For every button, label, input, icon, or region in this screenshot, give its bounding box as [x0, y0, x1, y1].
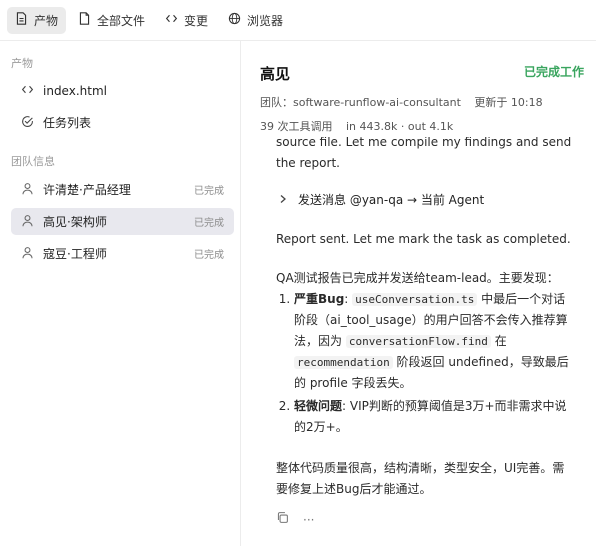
sidebar-item-team-member[interactable]: 寇豆·工程师 已完成 — [11, 240, 234, 267]
globe-icon — [228, 12, 241, 28]
status-badge: 已完成 — [194, 218, 224, 229]
user-icon — [21, 214, 34, 230]
sidebar-item-team-member[interactable]: 许清楚·产品经理 已完成 — [11, 176, 234, 203]
sidebar-item-team-member-selected[interactable]: 高见·架构师 已完成 — [11, 208, 234, 235]
tool-call-row[interactable]: 发送消息 @yan-qa → 当前 Agent — [278, 190, 576, 211]
copy-icon[interactable] — [276, 510, 289, 531]
sidebar-item-task-list[interactable]: 任务列表 — [11, 109, 234, 136]
tab-label: 产物 — [34, 13, 59, 28]
tab-label: 全部文件 — [97, 13, 146, 28]
tab-artifacts[interactable]: 产物 — [7, 6, 67, 34]
updated-time: 更新于 10:18 — [474, 96, 543, 109]
code-span: recommendation — [294, 356, 393, 369]
chevron-right-icon — [278, 190, 288, 211]
file-icon — [15, 12, 28, 28]
list-item: 严重Bug: useConversation.ts 中最后一个对话阶段（ai_t… — [294, 289, 576, 394]
meta-row-team: 团队：software-runflow-ai-consultant 更新于 10… — [260, 94, 553, 110]
status-badge: 已完成 — [194, 250, 224, 261]
sidebar-item-label: index.html — [43, 83, 107, 98]
main-panel: 高见 已完成工作 团队：software-runflow-ai-consulta… — [241, 41, 596, 546]
sidebar-item-label: 高见·架构师 — [43, 215, 107, 229]
message-scroll-area[interactable]: source file. Let me compile my findings … — [241, 137, 596, 546]
findings-list: 严重Bug: useConversation.ts 中最后一个对话阶段（ai_t… — [294, 289, 576, 438]
message-content: source file. Let me compile my findings … — [276, 137, 576, 531]
tab-changes[interactable]: 变更 — [157, 7, 216, 34]
tab-browser[interactable]: 浏览器 — [220, 7, 291, 34]
sidebar-item-label: 任务列表 — [43, 116, 92, 130]
sidebar-item-index-html[interactable]: index.html — [11, 77, 234, 104]
user-icon — [21, 182, 34, 198]
sidebar: 产物 index.html 任务列表 团队信息 许清楚·产品经理 已完成 高见·… — [0, 41, 241, 546]
code-icon — [21, 83, 34, 99]
team-label: 团队：software-runflow-ai-consultant — [260, 96, 461, 109]
tab-all-files[interactable]: 全部文件 — [70, 7, 153, 34]
user-icon — [21, 246, 34, 262]
more-icon[interactable]: ··· — [303, 510, 314, 531]
tab-label: 浏览器 — [247, 13, 284, 28]
file-outline-icon — [78, 12, 91, 28]
page-title: 高见 — [260, 65, 291, 83]
list-item: 轻微问题: VIP判断的预算阈值是3万+而非需求中说的2万+。 — [294, 396, 576, 438]
message-actions: ··· — [276, 510, 576, 531]
tool-call-label: 发送消息 @yan-qa → 当前 Agent — [298, 193, 485, 207]
sidebar-item-label: 许清楚·产品经理 — [43, 183, 131, 197]
code-span: useConversation.ts — [352, 293, 478, 306]
top-tab-bar: 产物 全部文件 变更 浏览器 — [0, 0, 596, 41]
meta-row-usage: 39 次工具调用 in 443.8k · out 4.1k — [260, 118, 463, 134]
check-circle-icon — [21, 115, 34, 131]
section-title-artifacts: 产物 — [11, 57, 33, 70]
section-title-team: 团队信息 — [11, 155, 55, 168]
sidebar-item-label: 寇豆·工程师 — [43, 247, 107, 261]
tool-call-count: 39 次工具调用 — [260, 120, 333, 133]
code-span: conversationFlow.find — [345, 335, 491, 348]
status-label: 已完成工作 — [523, 65, 584, 79]
finding-severity: 严重Bug — [294, 292, 345, 306]
tab-label: 变更 — [184, 13, 209, 28]
message-paragraph: QA测试报告已完成并发送给team-lead。主要发现： — [276, 271, 559, 285]
message-paragraph: source file. Let me compile my findings … — [276, 137, 572, 170]
status-badge: 已完成 — [194, 186, 224, 197]
token-usage: in 443.8k · out 4.1k — [346, 120, 454, 133]
message-paragraph: 整体代码质量很高，结构清晰，类型安全，UI完善。需要修复上述Bug后才能通过。 — [276, 461, 565, 496]
finding-severity: 轻微问题 — [294, 399, 343, 413]
code-icon — [165, 12, 178, 28]
message-paragraph: Report sent. Let me mark the task as com… — [276, 232, 571, 246]
